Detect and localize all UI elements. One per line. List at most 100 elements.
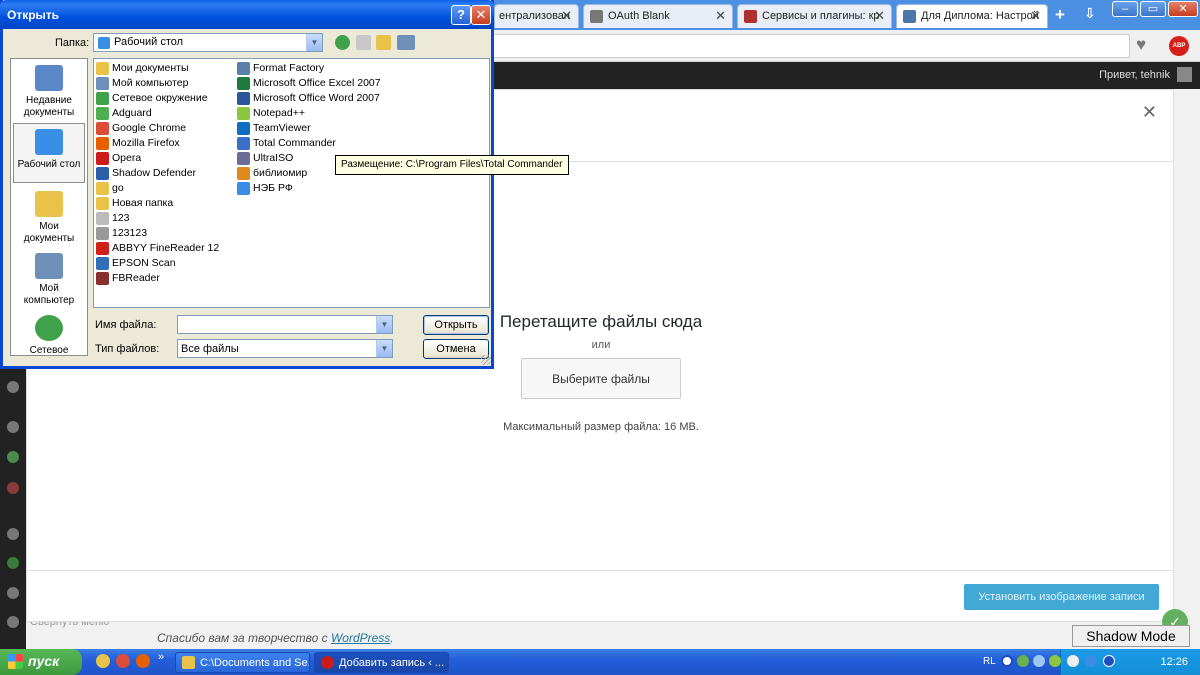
chevron-down-icon[interactable]: ▼ [306, 34, 322, 51]
set-featured-image-button[interactable]: Установить изображение записи [964, 584, 1159, 610]
taskbar-explorer-window[interactable]: C:\Documents and Se... [175, 652, 310, 673]
place-my-documents[interactable]: Мои документы [13, 191, 85, 245]
tray-back-icon[interactable] [1001, 655, 1013, 667]
file-item[interactable]: НЭБ РФ [236, 181, 293, 196]
file-item[interactable]: Мои документы [95, 61, 189, 76]
clock[interactable]: 12:26 [1160, 656, 1188, 668]
dialog-titlebar[interactable]: Открыть ? ✕ [0, 0, 494, 29]
collapse-menu-icon[interactable] [7, 616, 19, 628]
filetype-select[interactable]: Все файлы ▼ [177, 339, 393, 358]
place-recent[interactable]: Недавние документы [13, 65, 85, 119]
file-item[interactable]: Новая папка [95, 196, 173, 211]
browser-tab-2[interactable]: OAuth Blank ✕ [583, 4, 733, 28]
wordpress-link[interactable]: WordPress [331, 631, 390, 645]
file-item[interactable]: Microsoft Office Excel 2007 [236, 76, 381, 91]
windows-flag-icon [8, 654, 23, 669]
new-folder-icon[interactable] [376, 35, 391, 50]
file-name: библиомир [253, 167, 308, 179]
file-name: Format Factory [253, 62, 325, 74]
file-item[interactable]: Format Factory [236, 61, 324, 76]
file-item[interactable]: Google Chrome [95, 121, 186, 136]
chrome-icon[interactable] [116, 654, 130, 668]
open-button[interactable]: Открыть [423, 315, 489, 335]
teamviewer-tray-icon[interactable] [1085, 655, 1097, 667]
file-item[interactable]: Сетевое окружение [95, 91, 208, 106]
quicklaunch-icon[interactable] [96, 654, 110, 668]
view-menu-icon[interactable] [397, 35, 415, 50]
places-bar: Недавние документы Рабочий стол Мои доку… [10, 58, 88, 356]
resize-grip-icon[interactable] [481, 355, 491, 365]
sidebar-menu-icon[interactable] [7, 381, 19, 393]
file-item[interactable]: Notepad++ [236, 106, 305, 121]
chevron-down-icon[interactable]: ▼ [376, 340, 392, 357]
help-button[interactable]: ? [451, 5, 471, 25]
language-indicator[interactable]: RL [983, 656, 996, 667]
file-item[interactable]: Microsoft Office Word 2007 [236, 91, 380, 106]
file-item[interactable]: библиомир [236, 166, 307, 181]
adguard-tray-icon[interactable] [1017, 655, 1029, 667]
start-button[interactable]: пуск [0, 649, 82, 675]
tab-menu-button[interactable]: ⇩ [1084, 5, 1096, 22]
adblock-icon[interactable]: ABP [1169, 36, 1189, 56]
modal-close-icon[interactable]: ✕ [1142, 102, 1157, 123]
sidebar-menu-icon[interactable] [7, 451, 19, 463]
browser-tab-4-active[interactable]: Для Диплома: Настрой ✕ [896, 4, 1048, 28]
file-item[interactable]: UltraISO [236, 151, 293, 166]
favorite-heart-icon[interactable]: ♥ [1136, 35, 1146, 55]
file-item[interactable]: Total Commander [236, 136, 336, 151]
file-item[interactable]: go [95, 181, 124, 196]
tab-close-icon[interactable]: ✕ [561, 8, 572, 24]
file-item[interactable]: ABBYY FineReader 12 [95, 241, 219, 256]
stats-icon[interactable] [7, 528, 19, 540]
firefox-icon[interactable] [136, 654, 150, 668]
browser-tab-1[interactable]: ентрализован ✕ [494, 4, 579, 28]
modal-footer-divider [27, 570, 1173, 571]
folder-select[interactable]: Рабочий стол ▼ [93, 33, 323, 52]
cancel-button[interactable]: Отмена [423, 339, 489, 359]
file-item[interactable]: Opera [95, 151, 141, 166]
file-item[interactable]: Adguard [95, 106, 152, 121]
file-list[interactable]: Мои документы Мой компьютер Сетевое окруже… [93, 58, 490, 308]
tray-icon[interactable] [1067, 655, 1079, 667]
sidebar-menu-icon[interactable] [7, 482, 19, 494]
dialog-close-button[interactable]: ✕ [471, 5, 491, 25]
file-item[interactable]: Mozilla Firefox [95, 136, 180, 151]
quicklaunch-overflow-icon[interactable]: » [158, 651, 164, 663]
tray-icon[interactable] [1049, 655, 1061, 667]
tray-icon[interactable] [1103, 655, 1115, 667]
file-icon [96, 167, 109, 180]
tab-close-icon[interactable]: ✕ [715, 8, 726, 24]
tray-icon[interactable] [1033, 655, 1045, 667]
sidebar-menu-icon[interactable] [7, 557, 19, 569]
minimize-button[interactable]: – [1112, 1, 1138, 17]
file-item[interactable]: 123123 [95, 226, 147, 241]
file-item[interactable]: FBReader [95, 271, 160, 286]
file-icon [237, 152, 250, 165]
place-desktop[interactable]: Рабочий стол [13, 123, 85, 183]
place-my-computer[interactable]: Мой компьютер [13, 253, 85, 307]
url-input[interactable] [480, 34, 1130, 58]
window-close-button[interactable]: ✕ [1168, 1, 1198, 17]
chevron-down-icon[interactable]: ▼ [376, 316, 392, 333]
file-item[interactable]: 123 [95, 211, 130, 226]
place-network[interactable]: Сетевое [13, 315, 85, 355]
select-files-button[interactable]: Выберите файлы [521, 358, 681, 399]
file-item[interactable]: Мой компьютер [95, 76, 188, 91]
admin-greeting[interactable]: Привет, tehnik [1099, 69, 1170, 81]
file-name: Notepad++ [253, 107, 305, 119]
tab-close-icon[interactable]: ✕ [874, 8, 885, 24]
tab-close-icon[interactable]: ✕ [1030, 8, 1041, 24]
maximize-button[interactable]: ▭ [1140, 1, 1166, 17]
back-arrow-icon[interactable] [335, 35, 350, 50]
taskbar-opera-window[interactable]: Добавить запись ‹ ... [314, 652, 449, 673]
up-folder-icon[interactable] [356, 35, 371, 50]
new-tab-button[interactable]: + [1055, 5, 1065, 25]
browser-tab-3[interactable]: Сервисы и плагины: кр ✕ [737, 4, 892, 28]
globe-icon[interactable] [7, 421, 19, 433]
file-item[interactable]: TeamViewer [236, 121, 311, 136]
filename-input[interactable] [177, 315, 393, 334]
file-item[interactable]: EPSON Scan [95, 256, 176, 271]
file-item[interactable]: Shadow Defender [95, 166, 196, 181]
sidebar-menu-icon[interactable] [7, 587, 19, 599]
avatar[interactable] [1177, 67, 1192, 82]
